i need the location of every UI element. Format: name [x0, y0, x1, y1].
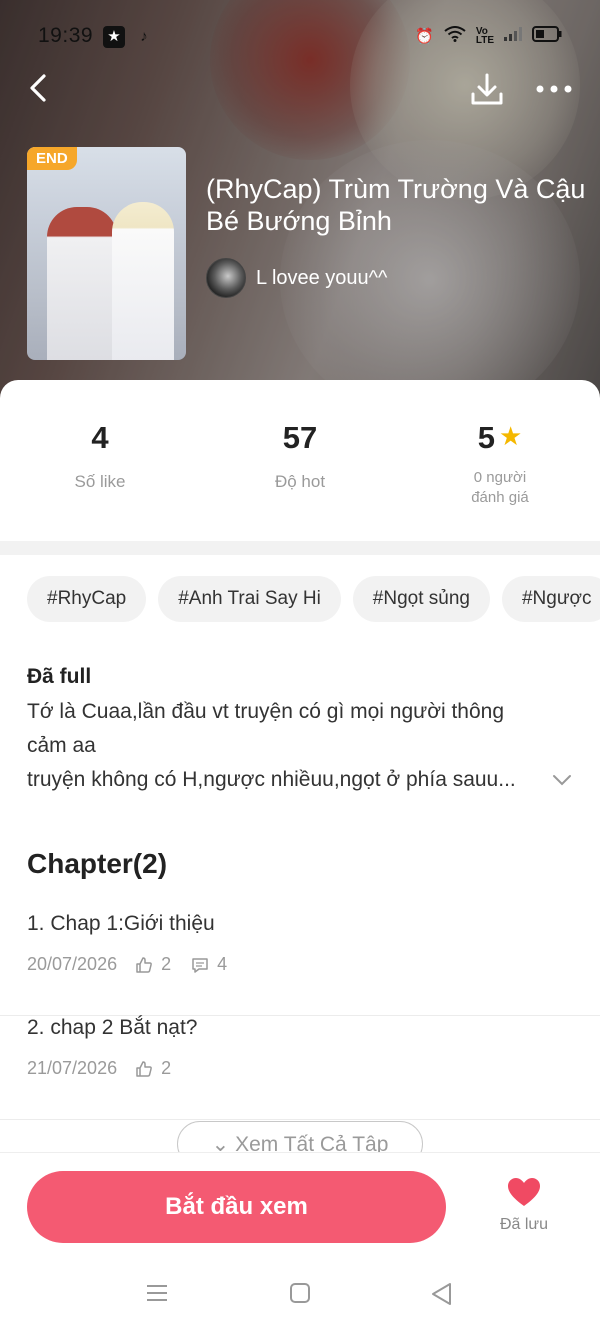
stats-row: 4 Số like 57 Độ hot 5 ★ 0 người đánh giá	[0, 420, 600, 520]
back-triangle-icon	[432, 1283, 451, 1305]
rating-label-line1: 0 người	[473, 469, 527, 486]
description-line: cảm aa	[27, 734, 96, 757]
hot-label: Độ hot	[274, 472, 326, 491]
chapter-item[interactable]: 2. chap 2 Bắt nạt? 21/07/2026 2	[0, 1016, 600, 1120]
completion-status: Đã full	[27, 665, 92, 688]
home-square-icon	[290, 1283, 310, 1303]
chapter-date: 20/07/2026	[27, 954, 118, 974]
thumbs-up-icon	[135, 1058, 153, 1079]
rating-stat[interactable]: 5 ★ 0 người đánh giá	[400, 420, 600, 508]
tag-chip[interactable]: #Anh Trai Say Hi	[158, 576, 341, 622]
system-navigation-bar	[0, 1268, 600, 1328]
status-time: 19:39	[38, 24, 94, 47]
author-row[interactable]: L lovee youu^^	[206, 258, 387, 298]
home-nav-button[interactable]	[289, 1282, 311, 1309]
download-icon	[471, 73, 503, 105]
chapter-date: 21/07/2026	[27, 1058, 118, 1078]
chapter-meta: 20/07/2026 2 4	[27, 954, 227, 975]
more-options-button[interactable]	[532, 72, 576, 106]
hero-header: 19:39 ★ ♪ ⏰ Vo LTE END (RhyCap) Trùm Trườ	[0, 0, 600, 400]
cover-figure	[47, 207, 117, 360]
gallery-app-icon: ★	[103, 26, 125, 48]
tiktok-icon: ♪	[140, 28, 148, 45]
alarm-icon: ⏰	[415, 28, 434, 45]
back-nav-button[interactable]	[430, 1282, 454, 1311]
heart-icon	[508, 1178, 540, 1206]
chapter-title: 2. chap 2 Bắt nạt?	[27, 1016, 198, 1039]
end-badge: END	[27, 147, 77, 170]
save-button[interactable]: Đã lưu	[496, 1177, 552, 1234]
likes-label: Số like	[74, 472, 126, 491]
hot-value: 57	[282, 420, 318, 455]
chapter-likes: 2	[161, 954, 172, 974]
menu-icon	[147, 1285, 167, 1301]
chapter-item[interactable]: 1. Chap 1:Giới thiệu 20/07/2026 2 4	[0, 912, 600, 1016]
rating-label-line2: đánh giá	[471, 489, 529, 506]
chevron-left-icon	[30, 74, 46, 102]
back-button[interactable]	[22, 70, 58, 106]
section-divider	[0, 541, 600, 555]
tag-chip[interactable]: #RhyCap	[27, 576, 147, 622]
chevron-down-icon	[553, 775, 571, 786]
saved-label: Đã lưu	[499, 1216, 549, 1233]
thumbs-up-icon	[135, 954, 153, 975]
description-line: Tớ là Cuaa,lần đầu vt truyện có gì mọi n…	[27, 700, 505, 723]
chapter-title: 1. Chap 1:Giới thiệu	[27, 912, 215, 935]
author-name[interactable]: L lovee youu^^	[256, 267, 387, 290]
likes-stat: 4 Số like	[0, 420, 200, 492]
star-icon: ★	[498, 421, 523, 451]
chapter-likes: 2	[161, 1058, 172, 1078]
hot-stat: 57 Độ hot	[200, 420, 400, 492]
author-avatar[interactable]	[206, 258, 246, 298]
tag-chip[interactable]: #Ngọt sủng	[352, 576, 490, 622]
start-reading-button[interactable]: Bắt đầu xem	[27, 1171, 446, 1243]
status-icons: ⏰ Vo LTE	[415, 26, 562, 46]
wifi-icon	[444, 26, 466, 46]
book-title: (RhyCap) Trùm Trường Và Cậu Bé Bướng Bỉn…	[206, 174, 586, 236]
chapter-comments: 4	[217, 954, 228, 974]
rating-value: 5	[477, 420, 495, 455]
more-dots-icon	[536, 85, 572, 93]
download-button[interactable]	[467, 70, 507, 110]
description: Đã full Tớ là Cuaa,lần đầu vt truyện có …	[27, 665, 577, 797]
likes-value: 4	[91, 420, 109, 455]
chapter-meta: 21/07/2026 2	[27, 1058, 171, 1079]
detail-card: 4 Số like 57 Độ hot 5 ★ 0 người đánh giá …	[0, 380, 600, 1333]
volte-icon: Vo LTE	[475, 26, 494, 46]
cover-figure	[112, 202, 174, 360]
tag-list: #RhyCap #Anh Trai Say Hi #Ngọt sủng #Ngược	[27, 576, 600, 622]
status-bar: 19:39 ★ ♪ ⏰ Vo LTE	[0, 18, 600, 54]
menu-nav-button[interactable]	[146, 1282, 168, 1309]
tag-chip[interactable]: #Ngược	[501, 576, 600, 622]
comment-icon	[191, 954, 209, 975]
description-line: truyện không có H,ngược nhiềuu,ngọt ở ph…	[27, 768, 516, 791]
book-cover[interactable]: END	[27, 147, 186, 360]
signal-icon	[504, 27, 522, 45]
chapter-heading: Chapter(2)	[27, 848, 168, 879]
expand-description-button[interactable]	[552, 770, 572, 793]
battery-icon	[532, 26, 562, 46]
